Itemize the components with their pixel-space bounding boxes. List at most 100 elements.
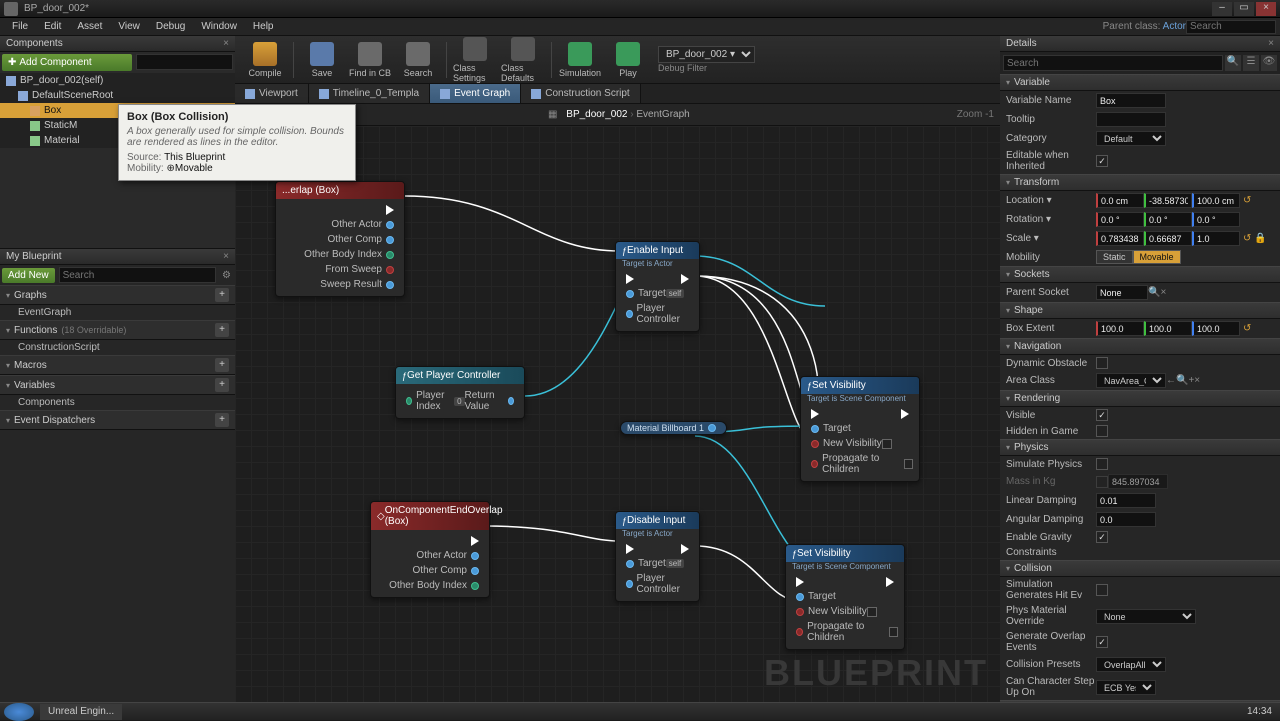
- tree-item-root[interactable]: DefaultSceneRoot: [0, 88, 235, 103]
- tab-eventgraph[interactable]: Event Graph: [430, 84, 521, 103]
- item-components-var[interactable]: Components: [0, 395, 235, 410]
- findincb-button[interactable]: Find in CB: [346, 40, 394, 80]
- close-button[interactable]: ×: [1256, 2, 1276, 16]
- add-component-button[interactable]: Add Component: [2, 54, 132, 71]
- add-variable-icon[interactable]: +: [215, 378, 229, 392]
- add-macro-icon[interactable]: +: [215, 358, 229, 372]
- myblueprint-close-icon[interactable]: ×: [223, 251, 229, 262]
- rot-y[interactable]: [1144, 212, 1192, 227]
- node-material-billboard[interactable]: Material Billboard 1: [620, 421, 727, 435]
- loc-y[interactable]: [1144, 193, 1192, 208]
- node-end-overlap[interactable]: ◇ OnComponentEndOverlap (Box) Other Acto…: [370, 501, 490, 598]
- menu-asset[interactable]: Asset: [69, 21, 110, 32]
- reset-extent-icon[interactable]: ↺: [1243, 323, 1251, 334]
- rot-z[interactable]: [1192, 212, 1240, 227]
- variable-name-input[interactable]: [1096, 93, 1166, 108]
- reset-scale-icon[interactable]: ↺: [1243, 233, 1251, 244]
- category-dropdown[interactable]: Default: [1096, 131, 1166, 146]
- start-button[interactable]: [4, 703, 34, 721]
- maximize-button[interactable]: ▭: [1234, 2, 1254, 16]
- play-button[interactable]: Play: [604, 40, 652, 80]
- nav-search-icon[interactable]: 🔍: [1176, 375, 1188, 386]
- visible-checkbox[interactable]: [1096, 409, 1108, 421]
- add-dispatcher-icon[interactable]: +: [215, 413, 229, 427]
- editable-checkbox[interactable]: [1096, 155, 1108, 167]
- details-search[interactable]: [1003, 55, 1223, 71]
- add-function-icon[interactable]: +: [215, 323, 229, 337]
- adamp-input[interactable]: [1096, 512, 1156, 527]
- tree-item-self[interactable]: BP_door_002(self): [0, 73, 235, 88]
- ldamp-input[interactable]: [1096, 493, 1156, 508]
- header-search[interactable]: [1186, 20, 1276, 34]
- loc-z[interactable]: [1192, 193, 1240, 208]
- cat-dispatchers[interactable]: Event Dispatchers+: [0, 410, 235, 430]
- section-navigation[interactable]: Navigation: [1000, 338, 1280, 355]
- socket-search-icon[interactable]: 🔍: [1148, 287, 1160, 298]
- item-eventgraph[interactable]: EventGraph: [0, 305, 235, 320]
- section-transform[interactable]: Transform: [1000, 174, 1280, 191]
- simulation-button[interactable]: Simulation: [556, 40, 604, 80]
- cat-macros[interactable]: Macros+: [0, 355, 235, 375]
- gravity-checkbox[interactable]: [1096, 531, 1108, 543]
- section-rendering[interactable]: Rendering: [1000, 390, 1280, 407]
- presets-dropdown[interactable]: OverlapAllDynamic: [1096, 657, 1166, 672]
- nav-back-asset-icon[interactable]: ←: [1166, 375, 1176, 386]
- node-set-visibility-1[interactable]: ƒ Set Visibility Target is Scene Compone…: [800, 376, 920, 482]
- class-settings-button[interactable]: Class Settings: [451, 35, 499, 85]
- reset-loc-icon[interactable]: ↺: [1243, 195, 1251, 206]
- nav-clear-icon[interactable]: ×: [1194, 375, 1200, 386]
- lock-scale-icon[interactable]: 🔒: [1254, 233, 1266, 244]
- details-close-icon[interactable]: ×: [1268, 38, 1274, 49]
- simgen-checkbox[interactable]: [1096, 584, 1108, 596]
- mobility-movable[interactable]: Movable: [1133, 250, 1181, 264]
- loc-x[interactable]: [1096, 193, 1144, 208]
- simphysics-checkbox[interactable]: [1096, 458, 1108, 470]
- extent-z[interactable]: [1192, 321, 1240, 336]
- parent-class-link[interactable]: Actor: [1163, 21, 1186, 32]
- genoverlap-checkbox[interactable]: [1096, 636, 1108, 648]
- section-shape[interactable]: Shape: [1000, 302, 1280, 319]
- section-physics[interactable]: Physics: [1000, 439, 1280, 456]
- minimize-button[interactable]: –: [1212, 2, 1232, 16]
- extent-y[interactable]: [1144, 321, 1192, 336]
- hidden-checkbox[interactable]: [1096, 425, 1108, 437]
- tab-construction[interactable]: Construction Script: [521, 84, 640, 103]
- node-enable-input[interactable]: ƒ Enable Input Target is Actor Target se…: [615, 241, 700, 332]
- section-collision[interactable]: Collision: [1000, 560, 1280, 577]
- add-graph-icon[interactable]: +: [215, 288, 229, 302]
- node-begin-overlap[interactable]: ...erlap (Box) Other Actor Other Comp Ot…: [275, 181, 405, 297]
- parent-socket-input[interactable]: [1096, 285, 1148, 300]
- add-new-button[interactable]: Add New: [2, 268, 55, 283]
- checkbox-newvis-1[interactable]: [882, 439, 892, 449]
- checkbox-prop-1[interactable]: [904, 459, 913, 469]
- cat-functions[interactable]: Functions(18 Overridable)+: [0, 320, 235, 340]
- node-get-player-controller[interactable]: ƒ Get Player Controller Player Index 0Re…: [395, 366, 525, 419]
- menu-debug[interactable]: Debug: [148, 21, 193, 32]
- checkbox-prop-2[interactable]: [889, 627, 898, 637]
- tab-timeline[interactable]: Timeline_0_Templa: [309, 84, 430, 103]
- save-button[interactable]: Save: [298, 40, 346, 80]
- class-defaults-button[interactable]: Class Defaults: [499, 35, 547, 85]
- node-set-visibility-2[interactable]: ƒ Set Visibility Target is Scene Compone…: [785, 544, 905, 650]
- menu-edit[interactable]: Edit: [36, 21, 69, 32]
- eye-icon[interactable]: 👁: [1261, 55, 1277, 71]
- cat-graphs[interactable]: Graphs+: [0, 285, 235, 305]
- socket-clear-icon[interactable]: ×: [1160, 287, 1166, 298]
- node-disable-input[interactable]: ƒ Disable Input Target is Actor Target s…: [615, 511, 700, 602]
- extent-x[interactable]: [1096, 321, 1144, 336]
- search-button[interactable]: Search: [394, 40, 442, 80]
- tooltip-input[interactable]: [1096, 112, 1166, 127]
- taskbar-item-ue[interactable]: Unreal Engin...: [40, 704, 122, 720]
- section-sockets[interactable]: Sockets: [1000, 266, 1280, 283]
- scale-z[interactable]: [1192, 231, 1240, 246]
- cat-variables[interactable]: Variables+: [0, 375, 235, 395]
- section-variable[interactable]: Variable: [1000, 74, 1280, 91]
- menu-view[interactable]: View: [110, 21, 148, 32]
- menu-file[interactable]: File: [4, 21, 36, 32]
- item-construction[interactable]: ConstructionScript: [0, 340, 235, 355]
- rot-x[interactable]: [1096, 212, 1144, 227]
- checkbox-newvis-2[interactable]: [867, 607, 877, 617]
- mass-checkbox[interactable]: [1096, 476, 1108, 488]
- myblueprint-search[interactable]: [59, 267, 216, 283]
- menu-help[interactable]: Help: [245, 21, 282, 32]
